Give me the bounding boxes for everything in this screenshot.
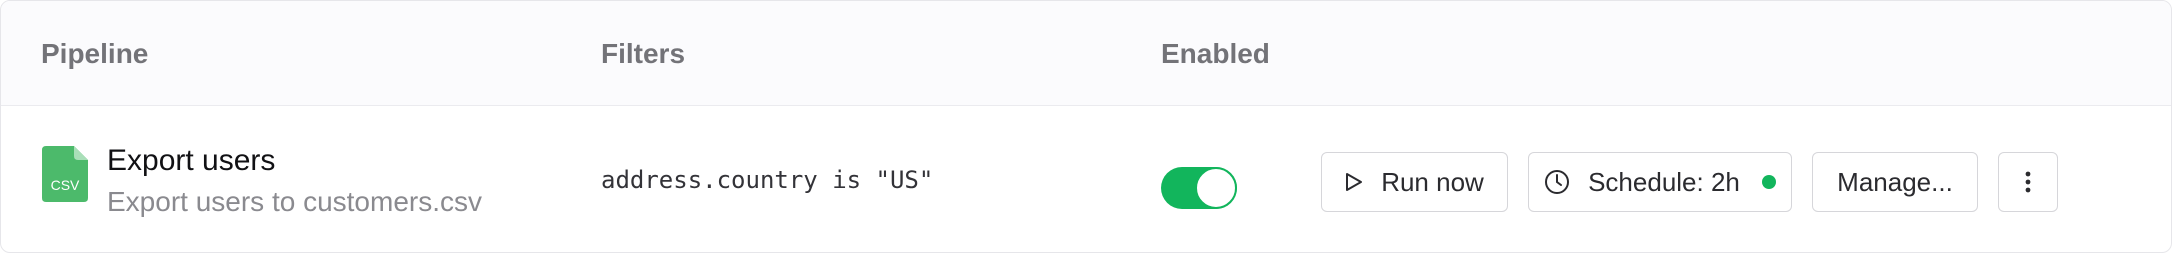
csv-file-icon-label: CSV xyxy=(51,177,80,193)
more-options-button[interactable] xyxy=(1998,152,2058,212)
csv-file-icon: CSV xyxy=(42,146,88,202)
schedule-label: Schedule: 2h xyxy=(1588,166,1740,197)
vertical-ellipsis-icon xyxy=(2025,171,2031,193)
enabled-toggle[interactable] xyxy=(1161,167,1237,209)
filter-expression: address.country is "US" xyxy=(601,166,934,194)
table-row: CSV Export users Export users to custome… xyxy=(1,106,2171,252)
schedule-button[interactable]: Schedule: 2h xyxy=(1528,152,1792,212)
manage-button[interactable]: Manage... xyxy=(1812,152,1978,212)
manage-label: Manage... xyxy=(1837,166,1953,197)
run-now-button[interactable]: Run now xyxy=(1321,152,1508,212)
clock-icon xyxy=(1544,169,1570,195)
run-now-label: Run now xyxy=(1381,166,1484,197)
table-header: Pipeline Filters Enabled xyxy=(1,1,2171,106)
toggle-knob xyxy=(1195,167,1237,209)
column-header-enabled: Enabled xyxy=(1161,38,1270,69)
column-header-filters: Filters xyxy=(601,38,686,69)
pipelines-table: Pipeline Filters Enabled CSV Export user… xyxy=(0,0,2172,253)
pipeline-description: Export users to customers.csv xyxy=(107,186,483,217)
pipeline-name: Export users xyxy=(107,144,276,177)
schedule-status-dot xyxy=(1761,175,1776,189)
play-icon xyxy=(1345,172,1363,192)
column-header-pipeline: Pipeline xyxy=(41,38,149,69)
